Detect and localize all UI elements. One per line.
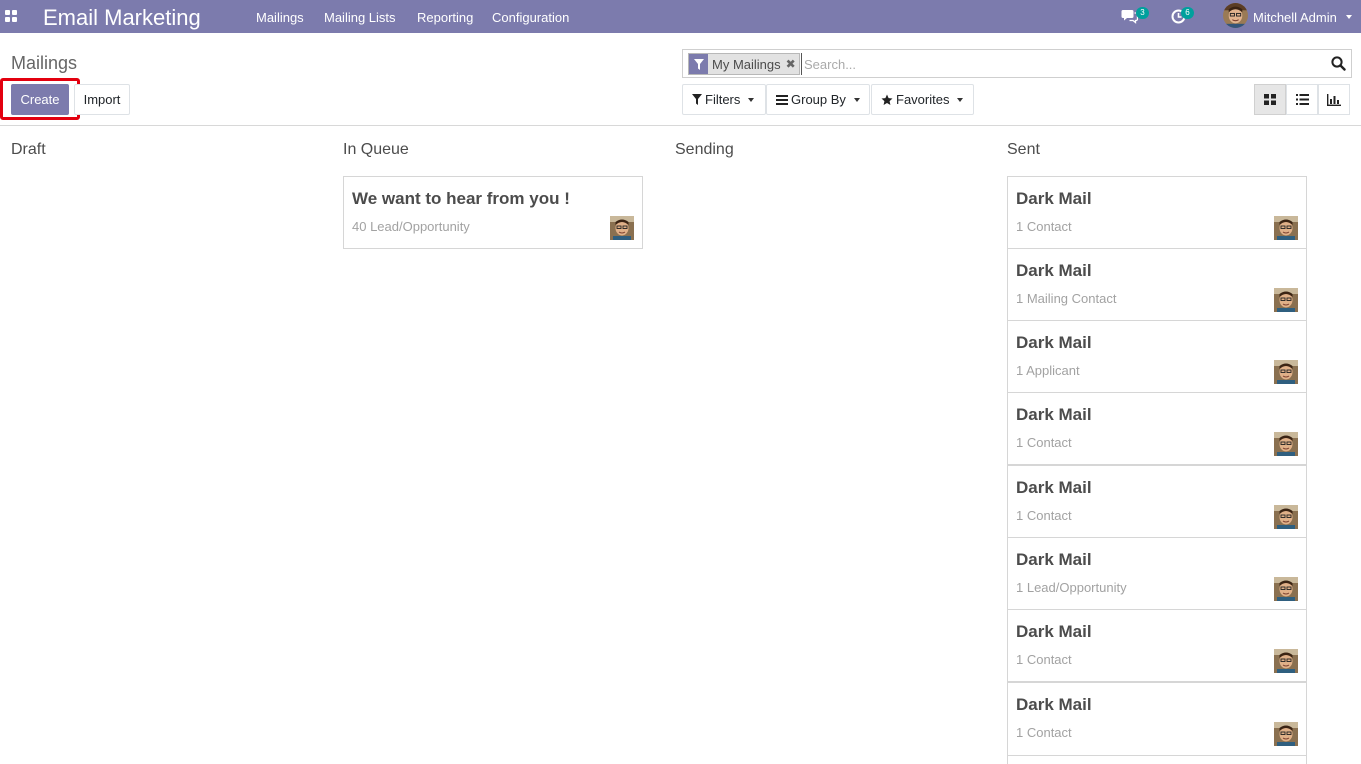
menu-mailings[interactable]: Mailings xyxy=(256,10,304,25)
kanban-card[interactable]: Dark Mail 1 Contact xyxy=(1007,392,1307,465)
card-user-avatar xyxy=(1274,432,1298,456)
menu-configuration[interactable]: Configuration xyxy=(492,10,569,25)
search-bar: My Mailings ✖ xyxy=(682,49,1352,78)
card-user-avatar xyxy=(1274,288,1298,312)
card-user-avatar xyxy=(1274,216,1298,240)
user-name[interactable]: Mitchell Admin xyxy=(1253,10,1337,25)
card-divider xyxy=(1007,755,1307,756)
kanban-grid-icon xyxy=(1264,94,1276,105)
kanban-card[interactable]: Dark Mail 1 Contact xyxy=(1007,609,1307,682)
top-navbar: Email Marketing Mailings Mailing Lists R… xyxy=(0,0,1361,33)
card-title: We want to hear from you ! xyxy=(352,189,570,208)
list-icon xyxy=(1295,94,1309,105)
page-title: Mailings xyxy=(11,53,78,73)
filter-icon xyxy=(692,94,702,105)
column-title-in-queue: In Queue xyxy=(343,141,409,158)
facet-label: My Mailings xyxy=(712,56,781,72)
card-recipients: 1 Contact xyxy=(1016,725,1072,740)
group-by-dropdown-button[interactable]: Group By xyxy=(766,84,870,115)
user-menu-caret-icon[interactable] xyxy=(1346,15,1352,19)
card-recipients: 1 Contact xyxy=(1016,652,1072,667)
kanban-card[interactable]: Dark Mail 1 Contact xyxy=(1007,465,1307,538)
favorites-label: Favorites xyxy=(896,92,950,107)
user-avatar[interactable] xyxy=(1223,3,1248,28)
filter-facet-icon xyxy=(689,54,708,74)
filters-caret-icon xyxy=(748,97,755,102)
facet-remove-icon[interactable]: ✖ xyxy=(786,57,799,71)
card-user-avatar xyxy=(1274,360,1298,384)
menu-mailing-lists[interactable]: Mailing Lists xyxy=(324,10,396,25)
card-recipients: 1 Applicant xyxy=(1016,363,1080,378)
card-title: Dark Mail xyxy=(1016,622,1092,641)
kanban-card[interactable]: Dark Mail 1 Lead/Opportunity xyxy=(1007,537,1307,610)
list-view-button[interactable] xyxy=(1286,84,1318,115)
group-by-bars-icon xyxy=(776,94,788,105)
group-by-label: Group By xyxy=(791,92,846,107)
card-title: Dark Mail xyxy=(1016,405,1092,424)
card-recipients: 1 Contact xyxy=(1016,508,1072,523)
card-user-avatar xyxy=(1274,722,1298,746)
search-icon[interactable] xyxy=(1331,56,1346,71)
import-button[interactable]: Import xyxy=(74,84,130,115)
card-recipients: 1 Contact xyxy=(1016,219,1072,234)
app-brand[interactable]: Email Marketing xyxy=(43,5,201,31)
menu-reporting[interactable]: Reporting xyxy=(417,10,473,25)
filters-dropdown-button[interactable]: Filters xyxy=(682,84,766,115)
search-input[interactable] xyxy=(801,53,1321,75)
star-icon xyxy=(881,94,893,105)
kanban-card[interactable]: Dark Mail 1 Applicant xyxy=(1007,320,1307,393)
control-panel-divider xyxy=(0,125,1361,126)
kanban-card[interactable]: Dark Mail 1 Mailing Contact xyxy=(1007,248,1307,321)
column-title-sent: Sent xyxy=(1007,141,1040,158)
card-title: Dark Mail xyxy=(1016,261,1092,280)
card-recipients: 1 Lead/Opportunity xyxy=(1016,580,1127,595)
card-title: Dark Mail xyxy=(1016,695,1092,714)
kanban-card[interactable]: Dark Mail 1 Contact xyxy=(1007,176,1307,249)
messages-badge: 3 xyxy=(1136,7,1149,19)
search-facet-my-mailings: My Mailings ✖ xyxy=(688,53,800,75)
graph-view-button[interactable] xyxy=(1318,84,1350,115)
filters-label: Filters xyxy=(705,92,741,107)
favorites-dropdown-button[interactable]: Favorites xyxy=(871,84,974,115)
group-by-caret-icon xyxy=(853,97,860,102)
activities-badge: 6 xyxy=(1181,7,1194,19)
kanban-card[interactable]: Dark Mail 1 Contact xyxy=(1007,682,1307,764)
card-user-avatar xyxy=(610,216,634,240)
card-recipients: 1 Mailing Contact xyxy=(1016,291,1117,306)
column-title-sending: Sending xyxy=(675,141,734,158)
bar-chart-icon xyxy=(1327,93,1341,106)
card-recipients: 1 Contact xyxy=(1016,435,1072,450)
create-button[interactable]: Create xyxy=(11,84,69,115)
apps-menu-icon[interactable] xyxy=(5,10,17,22)
favorites-caret-icon xyxy=(957,97,964,102)
card-title: Dark Mail xyxy=(1016,333,1092,352)
kanban-view-button[interactable] xyxy=(1254,84,1286,115)
kanban-card[interactable]: We want to hear from you ! 40 Lead/Oppor… xyxy=(343,176,643,249)
card-user-avatar xyxy=(1274,505,1298,529)
card-title: Dark Mail xyxy=(1016,189,1092,208)
card-title: Dark Mail xyxy=(1016,550,1092,569)
card-user-avatar xyxy=(1274,649,1298,673)
column-title-draft: Draft xyxy=(11,141,46,158)
card-title: Dark Mail xyxy=(1016,478,1092,497)
card-recipients: 40 Lead/Opportunity xyxy=(352,219,470,234)
card-user-avatar xyxy=(1274,577,1298,601)
